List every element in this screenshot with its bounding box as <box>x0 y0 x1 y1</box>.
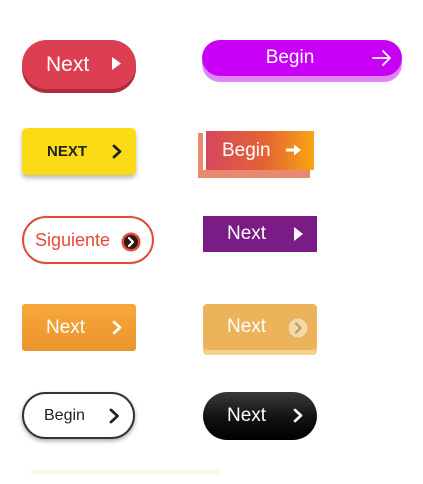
begin-button-gradient[interactable]: Begin <box>203 128 314 170</box>
next-button-label: Next <box>227 316 267 337</box>
next-button-label: Next <box>46 52 90 76</box>
chevron-right-icon <box>112 320 122 335</box>
partially-visible-button-edge <box>30 470 220 474</box>
siguiente-button-label: Siguiente <box>35 229 111 250</box>
chevron-circle-right-icon <box>121 232 141 252</box>
next-button-violet[interactable]: Next <box>203 216 317 252</box>
play-triangle-icon <box>293 226 304 242</box>
play-triangle-icon <box>111 56 122 71</box>
next-button-label: NEXT <box>47 143 88 160</box>
next-button-label: Next <box>227 223 267 244</box>
next-button-orange[interactable]: Next <box>22 304 136 351</box>
chevron-circle-right-icon <box>287 317 309 339</box>
chevron-right-icon <box>112 144 122 159</box>
chevron-right-icon <box>293 408 303 423</box>
next-button-yellow[interactable]: NEXT <box>22 128 136 175</box>
chevron-right-icon <box>109 408 120 424</box>
button-gallery: Next Begin NEXT Begin Siguiente Next Nex… <box>0 0 423 484</box>
begin-button-label: Begin <box>44 406 85 424</box>
begin-button-purple-pill[interactable]: Begin <box>202 40 402 76</box>
begin-button-label: Begin <box>265 47 315 68</box>
arrow-right-icon <box>372 49 392 67</box>
siguiente-button-outline[interactable]: Siguiente <box>22 216 154 264</box>
begin-button-outline-dark[interactable]: Begin <box>22 392 135 439</box>
next-button-label: Next <box>46 316 86 338</box>
begin-button-gradient-wrapper: Begin <box>198 128 314 178</box>
next-button-black-pill[interactable]: Next <box>203 392 317 440</box>
next-button-peach[interactable]: Next <box>203 304 317 350</box>
begin-button-label: Begin <box>222 139 271 161</box>
next-button-label: Next <box>227 405 267 426</box>
arrow-right-icon <box>286 143 302 157</box>
next-button-red-pill[interactable]: Next <box>22 40 136 89</box>
